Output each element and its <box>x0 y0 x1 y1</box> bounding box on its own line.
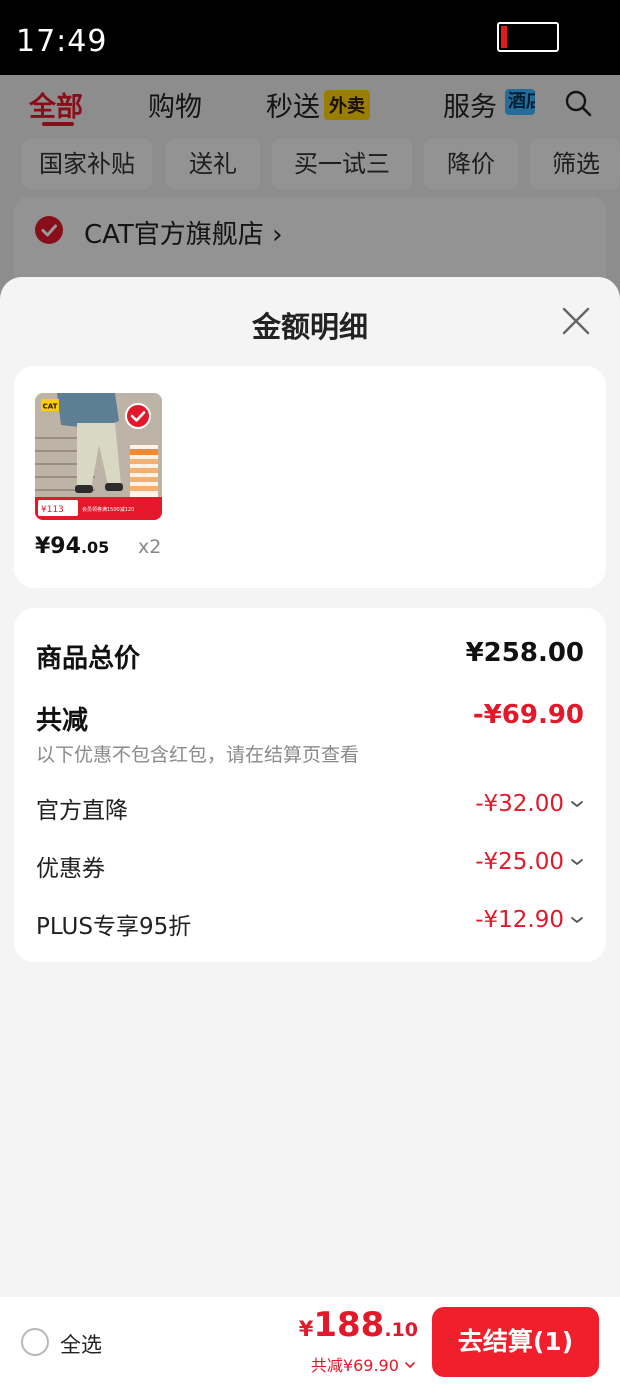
discount-item-value: -¥25.00 <box>475 849 564 875</box>
chevron-down-icon[interactable] <box>570 855 584 869</box>
amount-detail-sheet: 金额明细 CAT ¥113 会员领券满1500减120 ¥94.05 x2 商品… <box>0 277 620 1297</box>
discount-item-coupon[interactable]: 优惠券 -¥25.00 <box>36 849 584 883</box>
product-price-dec: .05 <box>80 538 110 557</box>
thumb-price-tag: ¥113 <box>41 505 64 515</box>
discount-item-value: -¥12.90 <box>475 907 564 933</box>
total-price-value: ¥258.00 <box>465 638 584 668</box>
product-thumbnail[interactable]: CAT ¥113 会员领券满1500减120 <box>35 393 162 520</box>
total-amount-int: 188 <box>313 1305 385 1345</box>
select-all-label[interactable]: 全选 <box>60 1329 102 1359</box>
chevron-down-icon[interactable] <box>570 913 584 927</box>
price-summary-card: 商品总价 ¥258.00 共减 -¥69.90 以下优惠不包含红包，请在结算页查… <box>14 608 606 962</box>
battery-icon <box>497 22 559 52</box>
discount-item-plus[interactable]: PLUS专享95折 -¥12.90 <box>36 907 584 941</box>
product-price-int: ¥94 <box>35 534 81 559</box>
discount-item-label: PLUS专享95折 <box>36 914 192 940</box>
total-discount-text: 共减¥69.90 <box>310 1356 399 1375</box>
discount-total-label: 共减 <box>36 706 89 736</box>
total-currency: ¥ <box>298 1317 314 1341</box>
chevron-down-icon <box>405 1362 415 1368</box>
total-price-label: 商品总价 <box>36 644 141 674</box>
discount-note: 以下优惠不包含红包，请在结算页查看 <box>36 744 360 766</box>
total-discount-toggle[interactable]: 共减¥69.90 <box>311 1352 416 1376</box>
discount-total-value: -¥69.90 <box>472 700 584 730</box>
thumb-banner-text: 会员领券满1500减120 <box>82 506 134 513</box>
status-bar: 17:49 <box>0 0 620 75</box>
total-amount-dec: .10 <box>384 1319 418 1341</box>
product-card: CAT ¥113 会员领券满1500减120 ¥94.05 x2 <box>14 366 606 588</box>
select-all-radio[interactable] <box>21 1328 49 1356</box>
discount-item-value: -¥32.00 <box>475 791 564 817</box>
discount-item-label: 官方直降 <box>36 798 128 824</box>
thumb-brand-logo: CAT <box>43 403 58 411</box>
product-price: ¥94.05 <box>35 534 109 559</box>
sheet-title: 金额明细 <box>251 310 368 344</box>
checkout-button[interactable]: 去结算(1) <box>432 1307 599 1377</box>
discount-item-official[interactable]: 官方直降 -¥32.00 <box>36 791 584 825</box>
total-amount: ¥188.10 <box>299 1305 418 1345</box>
chevron-down-icon[interactable] <box>570 797 584 811</box>
product-quantity: x2 <box>138 536 162 558</box>
close-icon[interactable] <box>560 305 592 337</box>
discount-item-label: 优惠券 <box>36 856 105 882</box>
checkout-bar: 全选 ¥188.10 共减¥69.90 去结算(1) <box>0 1297 620 1386</box>
status-time: 17:49 <box>16 24 108 59</box>
